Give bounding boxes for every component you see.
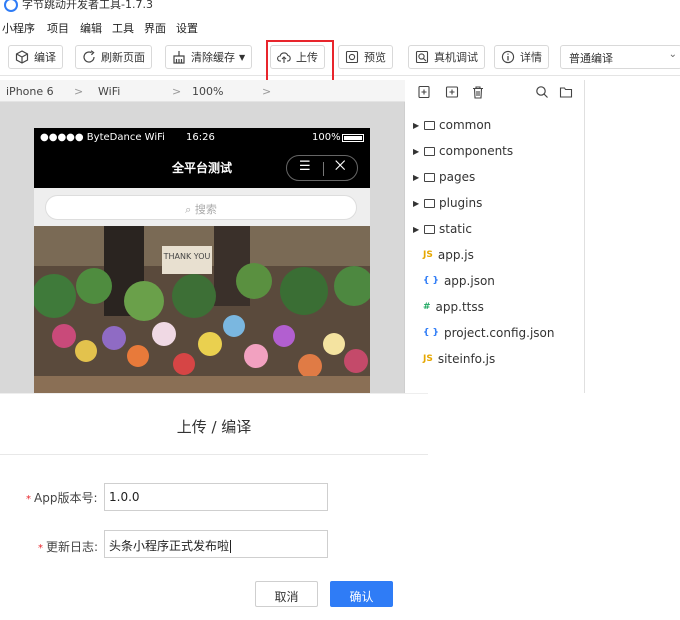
capsule-divider xyxy=(323,162,324,176)
menu-tools[interactable]: 工具 xyxy=(112,20,134,36)
zoom-select[interactable]: 100% xyxy=(192,85,223,98)
tree-file-siteinfo-js[interactable]: JS siteinfo.js xyxy=(413,350,495,368)
tree-folder-common[interactable]: ▶ common xyxy=(413,116,491,134)
caret-right-icon: ▶ xyxy=(413,224,420,234)
cloud-upload-icon xyxy=(277,50,291,64)
json-file-icon: { } xyxy=(423,276,439,286)
info-icon xyxy=(501,50,515,64)
search-icon[interactable] xyxy=(535,85,549,99)
tree-file-app-ttss[interactable]: # app.ttss xyxy=(413,298,484,316)
menu-interface[interactable]: 界面 xyxy=(144,20,166,36)
remote-debug-button[interactable]: 真机调试 xyxy=(408,45,485,69)
tree-folder-static[interactable]: ▶ static xyxy=(413,220,472,238)
json-file-icon: { } xyxy=(423,328,439,338)
tree-folder-pages[interactable]: ▶ pages xyxy=(413,168,475,186)
search-section: ⌕ 搜索 xyxy=(34,188,370,226)
trash-icon[interactable] xyxy=(471,85,485,99)
compile-mode-select[interactable]: 普通编译 ⌄ xyxy=(560,45,680,69)
tree-file-project-config[interactable]: { } project.config.json xyxy=(413,324,554,342)
folder-icon xyxy=(424,172,435,182)
search-icon: ⌕ xyxy=(185,203,192,216)
file-toolbar xyxy=(405,80,585,106)
details-button[interactable]: 详情 xyxy=(494,45,549,69)
menu-bar: 小程序 项目 编辑 工具 界面 设置 xyxy=(0,16,680,38)
folder-icon xyxy=(424,120,435,130)
confirm-button[interactable]: 确认 xyxy=(330,581,393,607)
device-bar: iPhone 6 > WiFi > 100% > xyxy=(0,80,405,102)
chevron-right-icon: > xyxy=(262,85,272,98)
mini-app-navbar: 全平台测试 ☰ ⨉ xyxy=(34,148,370,188)
app-logo-icon xyxy=(4,0,18,12)
carrier-label: ●●●●● ByteDance WiFi xyxy=(40,132,165,143)
title-bar: 字节跳动开发者工具-1.7.3 xyxy=(0,0,680,16)
clear-cache-button[interactable]: 清除缓存 ▼ xyxy=(165,45,253,69)
menu-edit[interactable]: 编辑 xyxy=(80,20,102,36)
tree-file-app-json[interactable]: { } app.json xyxy=(413,272,495,290)
file-explorer: ▶ common ▶ components ▶ pages ▶ plugins ▶ sta… xyxy=(405,80,585,393)
folder-icon xyxy=(424,224,435,234)
new-folder-icon[interactable] xyxy=(445,85,459,99)
battery-label: 100% xyxy=(312,132,341,143)
menu-project[interactable]: 项目 xyxy=(47,20,69,36)
device-select[interactable]: iPhone 6 xyxy=(6,85,54,98)
menu-settings[interactable]: 设置 xyxy=(176,20,198,36)
new-file-icon[interactable] xyxy=(417,85,431,99)
folder-icon xyxy=(424,198,435,208)
close-icon[interactable]: ⨉ xyxy=(335,159,345,174)
banner-image: THANK YOU xyxy=(34,226,370,393)
css-file-icon: # xyxy=(423,302,431,312)
broom-icon xyxy=(172,50,186,64)
caret-right-icon: ▶ xyxy=(413,120,420,130)
js-file-icon: JS xyxy=(423,250,433,260)
cancel-button[interactable]: 取消 xyxy=(255,581,318,607)
folder-icon xyxy=(424,146,435,156)
required-marker: * xyxy=(26,494,31,505)
required-marker: * xyxy=(38,543,43,554)
js-file-icon: JS xyxy=(423,354,433,364)
caret-right-icon: ▶ xyxy=(413,146,420,156)
tree-folder-plugins[interactable]: ▶ plugins xyxy=(413,194,482,212)
refresh-page-button[interactable]: 刷新页面 xyxy=(75,45,152,69)
debug-icon xyxy=(415,50,429,64)
window-title: 字节跳动开发者工具-1.7.3 xyxy=(22,0,153,11)
tree-folder-components[interactable]: ▶ components xyxy=(413,142,513,160)
chevron-right-icon: > xyxy=(74,85,84,98)
compile-button[interactable]: 编译 xyxy=(8,45,63,69)
phone-screen: ●●●●● ByteDance WiFi 16:26 100% 全平台测试 ☰ … xyxy=(34,128,370,393)
chevron-down-icon: ⌄ xyxy=(668,49,677,60)
preview-button[interactable]: 预览 xyxy=(338,45,393,69)
changelog-label: * 更新日志: xyxy=(38,540,99,554)
toolbar: 编译 刷新页面 清除缓存 ▼ 上传 预览 真机调试 详情 普通编译 ⌄ xyxy=(0,38,680,76)
search-input[interactable]: ⌕ 搜索 xyxy=(45,195,357,220)
refresh-icon xyxy=(82,50,96,64)
version-input[interactable]: 1.0.0 xyxy=(104,483,328,511)
open-folder-icon[interactable] xyxy=(559,85,573,99)
changelog-input[interactable]: 头条小程序正式发布啦 xyxy=(104,530,328,558)
text-cursor xyxy=(230,540,232,553)
dialog-divider xyxy=(0,454,428,455)
status-bar: ●●●●● ByteDance WiFi 16:26 100% xyxy=(34,128,370,148)
dialog-title: 上传 / 编译 xyxy=(176,418,252,436)
version-label: * App版本号: xyxy=(26,491,98,505)
clock-label: 16:26 xyxy=(186,132,215,143)
caret-right-icon: ▶ xyxy=(413,198,420,208)
thank-you-sign: THANK YOU xyxy=(163,252,211,261)
chevron-down-icon: ▼ xyxy=(239,52,246,62)
chevron-right-icon: > xyxy=(172,85,182,98)
capsule-menu: ☰ ⨉ xyxy=(286,155,358,181)
menu-icon[interactable]: ☰ xyxy=(299,159,311,174)
caret-right-icon: ▶ xyxy=(413,172,420,182)
menu-miniprogram[interactable]: 小程序 xyxy=(2,20,35,36)
cube-icon xyxy=(15,50,29,64)
editor-area xyxy=(585,80,680,393)
network-select[interactable]: WiFi xyxy=(98,85,120,98)
preview-icon xyxy=(345,50,359,64)
upload-button[interactable]: 上传 xyxy=(270,45,325,69)
battery-icon xyxy=(342,134,364,142)
tree-file-app-js[interactable]: JS app.js xyxy=(413,246,474,264)
